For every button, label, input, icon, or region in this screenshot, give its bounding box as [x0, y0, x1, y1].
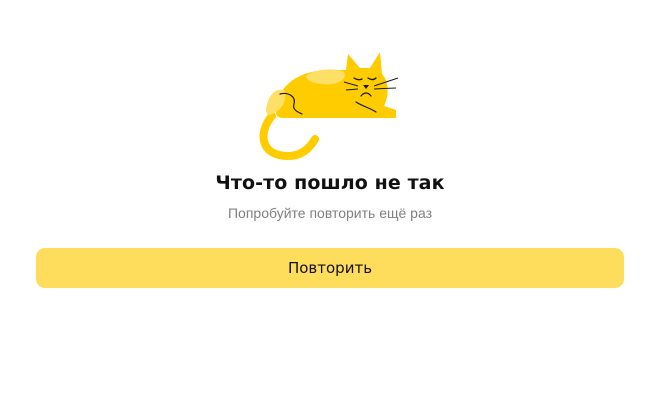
error-title: Что-то пошло не так — [215, 172, 445, 194]
retry-button[interactable]: Повторить — [36, 248, 624, 288]
error-screen: Что-то пошло не так Попробуйте повторить… — [0, 0, 660, 400]
error-subtitle: Попробуйте повторить ещё раз — [227, 205, 433, 221]
sad-cat-icon — [259, 52, 399, 160]
